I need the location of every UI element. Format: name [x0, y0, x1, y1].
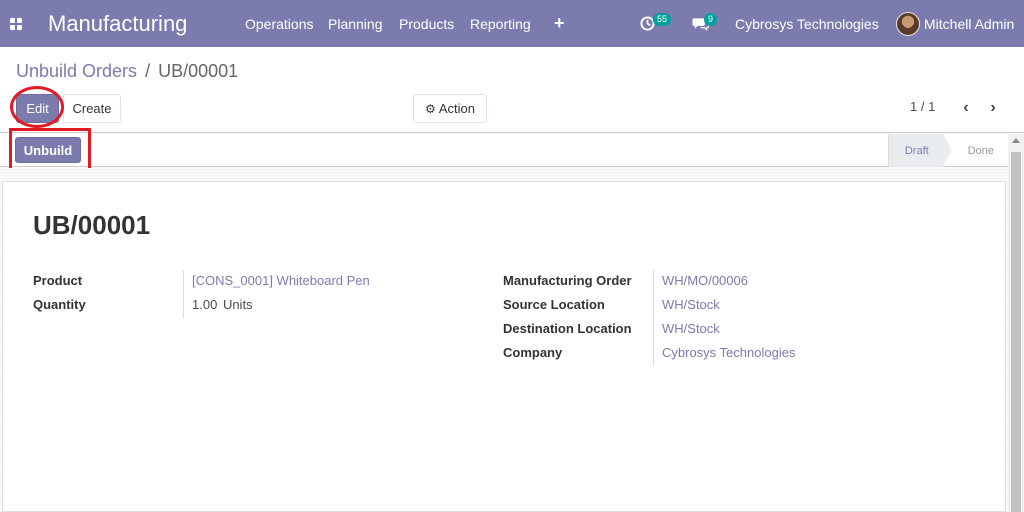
menu-reporting[interactable]: Reporting	[470, 0, 531, 47]
status-step-done[interactable]: Done	[942, 134, 1008, 167]
status-step-draft[interactable]: Draft	[887, 134, 952, 167]
source-location-link[interactable]: WH/Stock	[662, 297, 720, 312]
page-scrollbar[interactable]	[1008, 134, 1024, 512]
pager-previous-icon[interactable]: ‹	[958, 98, 974, 118]
user-menu[interactable]: Mitchell Admin	[924, 0, 1014, 47]
company-switcher[interactable]: Cybrosys Technologies	[735, 0, 879, 47]
scrollbar-thumb[interactable]	[1011, 152, 1021, 512]
quantity-value: 1.00 Units	[192, 297, 253, 312]
company-link[interactable]: Cybrosys Technologies	[662, 345, 795, 360]
activity-count-badge: 55	[653, 13, 672, 26]
create-button[interactable]: Create	[63, 94, 121, 123]
left-group-divider	[183, 270, 184, 318]
breadcrumb-current: UB/00001	[158, 61, 239, 81]
activity-clock-icon[interactable]	[640, 0, 655, 47]
control-panel: Unbuild Orders / UB/00001 Edit Create ⚙ …	[0, 47, 1024, 133]
unbuild-button[interactable]: Unbuild	[15, 137, 81, 163]
source-location-label: Source Location	[503, 297, 605, 312]
action-button[interactable]: ⚙ Action	[413, 94, 487, 123]
destination-location-label: Destination Location	[503, 321, 632, 336]
menu-planning[interactable]: Planning	[328, 0, 383, 47]
app-title[interactable]: Manufacturing	[48, 0, 187, 47]
product-value-link[interactable]: [CONS_0001] Whiteboard Pen	[192, 273, 370, 288]
edit-button[interactable]: Edit	[16, 94, 59, 123]
breadcrumb: Unbuild Orders / UB/00001	[16, 61, 238, 82]
apps-menu-icon[interactable]	[0, 0, 32, 47]
quantity-unit: Units	[222, 297, 253, 312]
record-title: UB/00001	[33, 210, 151, 240]
quantity-label: Quantity	[33, 297, 86, 312]
manufacturing-order-label: Manufacturing Order	[503, 273, 632, 288]
breadcrumb-parent-link[interactable]: Unbuild Orders	[16, 61, 137, 81]
action-button-label: Action	[438, 101, 475, 116]
menu-products[interactable]: Products	[399, 0, 454, 47]
message-count-badge: 9	[704, 13, 718, 26]
manufacturing-order-link[interactable]: WH/MO/00006	[662, 273, 748, 288]
menu-operations[interactable]: Operations	[245, 0, 313, 47]
gear-icon: ⚙	[425, 101, 436, 116]
right-group-divider	[653, 270, 654, 366]
top-navbar: Manufacturing Operations Planning Produc…	[0, 0, 1024, 47]
pager-next-icon[interactable]: ›	[985, 98, 1001, 118]
quantity-number: 1.00	[192, 297, 218, 312]
statusbar: Unbuild Draft Done	[0, 134, 1008, 167]
product-label: Product	[33, 273, 83, 288]
destination-location-link[interactable]: WH/Stock	[662, 321, 720, 336]
pager-value[interactable]: 1 / 1	[910, 99, 935, 114]
plus-icon[interactable]: +	[554, 0, 565, 47]
user-avatar[interactable]	[896, 12, 920, 36]
status-steps: Draft Done	[887, 134, 1008, 167]
breadcrumb-separator: /	[145, 61, 151, 81]
company-label: Company	[503, 345, 563, 360]
scroll-up-arrow-icon[interactable]	[1012, 138, 1020, 143]
